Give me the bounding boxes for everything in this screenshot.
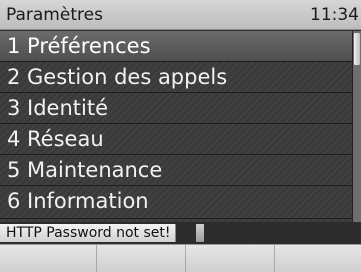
scrollbar-thumb[interactable] <box>354 33 360 65</box>
softkey-bar <box>0 244 361 272</box>
menu-item-information[interactable]: 6 Information <box>0 186 352 219</box>
settings-menu: 1 Préférences 2 Gestion des appels 3 Ide… <box>0 31 352 222</box>
menu-item-label: 3 Identité <box>7 96 109 120</box>
status-message: HTTP Password not set! <box>0 224 176 242</box>
menu-item-network[interactable]: 4 Réseau <box>0 124 352 155</box>
menu-item-label: 6 Information <box>7 189 149 213</box>
softkey-4[interactable] <box>275 245 361 272</box>
status-bar: HTTP Password not set! <box>0 222 361 244</box>
status-message-edge <box>196 224 204 242</box>
menu-item-label: 1 Préférences <box>7 34 151 58</box>
menu-scrollbar[interactable] <box>352 31 361 222</box>
menu-item-identity[interactable]: 3 Identité <box>0 93 352 124</box>
phone-screen: Paramètres 11:34 1 Préférences 2 Gestion… <box>0 0 361 272</box>
title-bar: Paramètres 11:34 <box>0 0 361 30</box>
menu-item-maintenance[interactable]: 5 Maintenance <box>0 155 352 186</box>
menu-item-preferences[interactable]: 1 Préférences <box>0 31 352 62</box>
menu-item-label: 5 Maintenance <box>7 158 163 182</box>
clock-time: 11:34 <box>310 5 359 25</box>
softkey-1[interactable] <box>0 245 97 272</box>
menu-item-label: 4 Réseau <box>7 127 104 151</box>
softkey-2[interactable] <box>97 245 186 272</box>
softkey-3[interactable] <box>186 245 275 272</box>
page-title: Paramètres <box>6 5 103 25</box>
menu-item-label: 2 Gestion des appels <box>7 65 228 89</box>
menu-item-call-management[interactable]: 2 Gestion des appels <box>0 62 352 93</box>
